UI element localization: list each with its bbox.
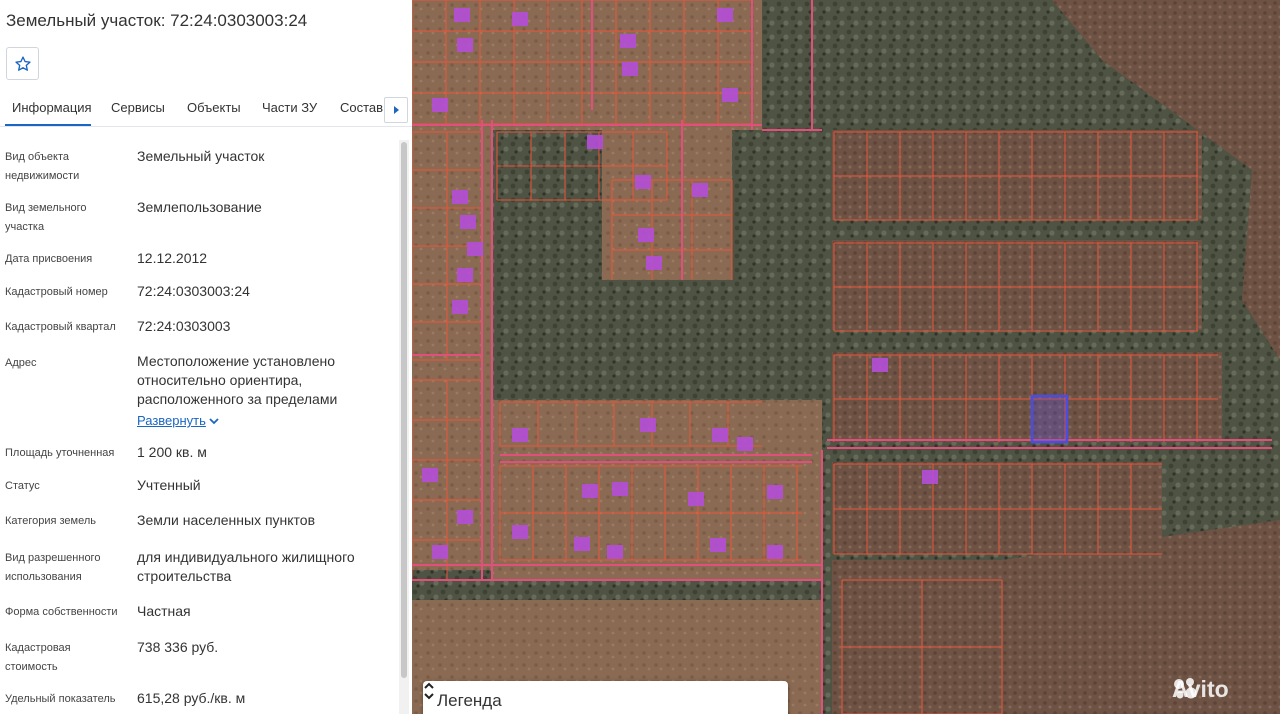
field-value-land-type: Землепользование	[137, 199, 262, 215]
tab-services[interactable]: Сервисы	[111, 100, 165, 115]
field-label-land-type: Вид земельного участка	[5, 202, 87, 233]
field-label-address: Адрес	[5, 357, 37, 369]
building-footprint	[646, 256, 662, 270]
field-label-cadastral-quarter: Кадастровый квартал	[5, 321, 116, 333]
field-label-object-type: Вид объекта недвижимости	[5, 151, 80, 182]
building-footprint	[692, 183, 708, 197]
building-footprint	[454, 8, 470, 22]
chevron-down-icon[interactable]	[208, 416, 220, 426]
building-footprint	[620, 34, 636, 48]
active-tab-indicator	[5, 124, 91, 126]
field-label-specific-value: Удельный показатель	[5, 693, 116, 705]
map-canvas[interactable]	[412, 0, 1280, 714]
field-label-assign-date: Дата присвоения	[5, 253, 93, 265]
field-label-status: Статус	[5, 480, 40, 492]
tab-objects[interactable]: Объекты	[187, 100, 241, 115]
star-outline-icon	[14, 55, 31, 71]
field-value-address: Местоположение установлено относительно …	[137, 353, 338, 407]
building-footprint	[422, 468, 438, 482]
field-value-specific-value: 615,28 руб./кв. м	[137, 690, 246, 706]
avito-watermark: Avito	[1172, 676, 1229, 702]
building-footprint	[467, 242, 483, 256]
building-footprint	[512, 525, 528, 539]
field-value-land-category: Земли населенных пунктов	[137, 512, 316, 528]
building-footprint	[622, 62, 638, 76]
field-label-land-category: Категория земель	[5, 515, 96, 527]
avito-logo-icon	[1174, 678, 1197, 699]
tab-parts[interactable]: Части ЗУ	[262, 100, 317, 115]
expand-address-link[interactable]: Развернуть	[137, 413, 206, 428]
tabs-scroll-button[interactable]	[384, 97, 408, 123]
field-label-area: Площадь уточненная	[5, 447, 115, 459]
building-footprint	[712, 428, 728, 442]
building-footprint	[582, 484, 598, 498]
field-value-permitted-use: для индивидуального жилищного строительс…	[137, 549, 355, 584]
field-value-cadastral-number: 72:24:0303003:24	[137, 283, 250, 299]
tab-info[interactable]: Информация	[12, 100, 92, 115]
building-footprint	[460, 215, 476, 229]
building-footprint	[640, 418, 656, 432]
building-footprint	[922, 470, 938, 484]
building-footprint	[452, 190, 468, 204]
field-label-cadastral-value: Кадастровая стоимость	[5, 642, 71, 673]
building-footprint	[457, 38, 473, 52]
tab-bar: Информация Сервисы Объекты Части ЗУ Сост…	[0, 92, 412, 127]
building-footprint	[872, 358, 888, 372]
panel-scrollbar-thumb[interactable]	[401, 142, 407, 678]
building-footprint	[452, 300, 468, 314]
favorite-button[interactable]	[6, 47, 39, 80]
field-value-ownership: Частная	[137, 603, 191, 619]
field-value-status: Учтенный	[137, 477, 201, 493]
building-footprint	[457, 268, 473, 282]
building-footprint	[722, 88, 738, 102]
field-label-ownership: Форма собственности	[5, 606, 118, 618]
legend-title: Легенда	[437, 691, 502, 710]
building-footprint	[574, 537, 590, 551]
page-title: Земельный участок: 72:24:0303003:24	[6, 11, 308, 30]
building-footprint	[432, 545, 448, 559]
building-footprint	[612, 482, 628, 496]
field-value-assign-date: 12.12.2012	[137, 250, 208, 266]
cadastral-map[interactable]: Легенда Avito	[412, 0, 1280, 714]
field-label-permitted-use: Вид разрешенного использования	[5, 552, 101, 583]
field-value-area: 1 200 кв. м	[137, 444, 207, 460]
building-footprint	[457, 510, 473, 524]
building-footprint	[688, 492, 704, 506]
field-value-object-type: Земельный участок	[137, 148, 265, 164]
selected-parcel[interactable]	[1030, 394, 1069, 444]
field-label-cadastral-number: Кадастровый номер	[5, 286, 108, 298]
building-footprint	[717, 8, 733, 22]
legend-panel[interactable]: Легенда	[423, 681, 788, 714]
info-panel: Земельный участок: 72:24:0303003:24 Инфо…	[0, 0, 412, 714]
tab-composition[interactable]: Состав	[340, 100, 383, 115]
building-footprint	[635, 175, 651, 189]
building-footprint	[767, 485, 783, 499]
building-footprint	[512, 428, 528, 442]
building-footprint	[607, 545, 623, 559]
building-footprint	[710, 538, 726, 552]
building-footprint	[432, 98, 448, 112]
building-footprint	[767, 545, 783, 559]
building-footprint	[512, 12, 528, 26]
field-value-cadastral-value: 738 336 руб.	[137, 639, 219, 655]
building-footprint	[638, 228, 654, 242]
building-footprint	[587, 135, 603, 149]
chevron-up-down-icon[interactable]	[423, 681, 435, 701]
building-footprint	[737, 437, 753, 451]
triangle-right-icon	[394, 106, 399, 114]
field-value-cadastral-quarter: 72:24:0303003	[137, 318, 231, 334]
